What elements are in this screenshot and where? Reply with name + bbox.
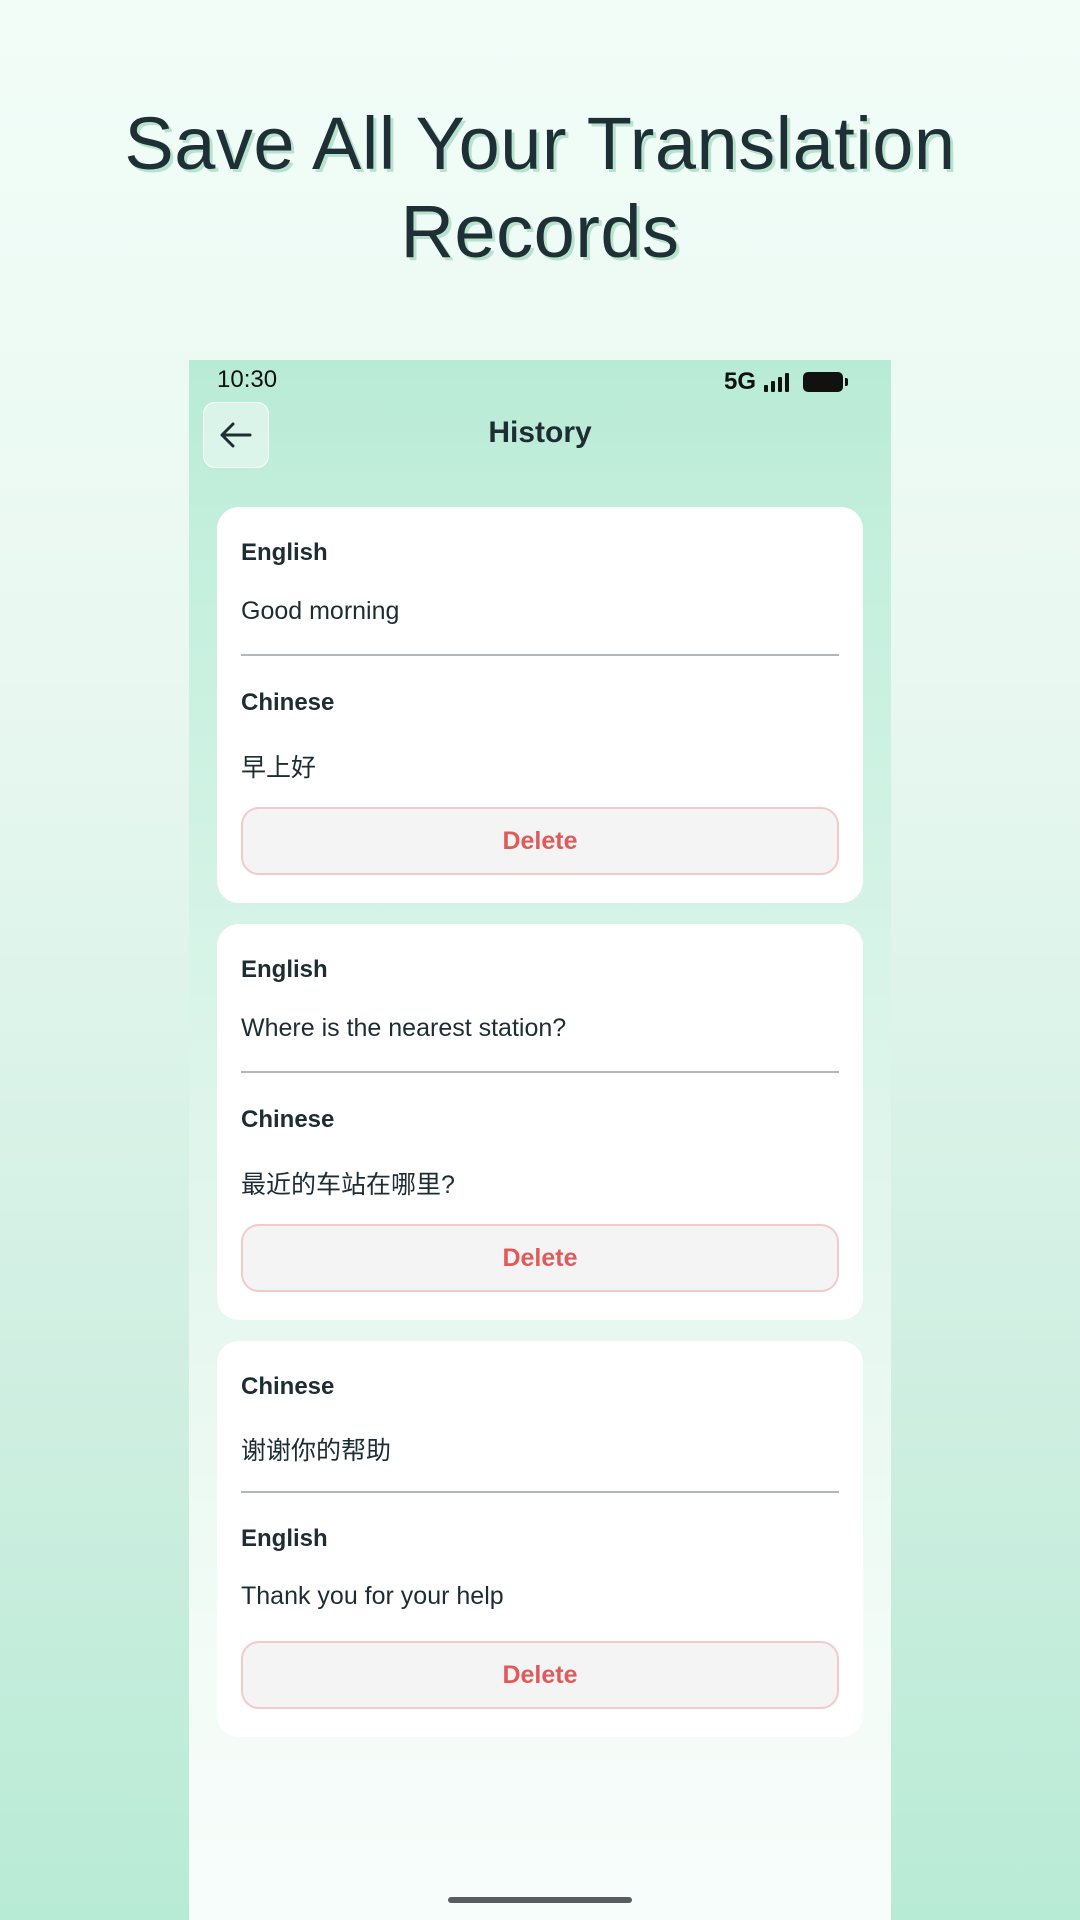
history-card: Chinese 谢谢你的帮助 English Thank you for you… xyxy=(217,1341,863,1737)
target-language-label: English xyxy=(241,1525,328,1552)
source-text: 谢谢你的帮助 xyxy=(241,1437,392,1465)
delete-button[interactable]: Delete xyxy=(241,1641,839,1709)
card-divider xyxy=(241,1071,839,1073)
promo-title: Save All Your Translation Records xyxy=(0,100,1080,276)
signal-icon xyxy=(764,372,789,392)
source-language-label: Chinese xyxy=(241,1373,335,1400)
target-text: 最近的车站在哪里? xyxy=(241,1171,455,1199)
home-indicator[interactable] xyxy=(448,1897,632,1903)
source-text: Good morning xyxy=(241,597,400,625)
source-language-label: English xyxy=(241,539,328,566)
target-language-label: Chinese xyxy=(241,689,335,716)
delete-button[interactable]: Delete xyxy=(241,807,839,875)
promo-title-line-2: Records xyxy=(400,190,680,273)
history-card: English Where is the nearest station? Ch… xyxy=(217,924,863,1320)
delete-button[interactable]: Delete xyxy=(241,1224,839,1292)
source-text: Where is the nearest station? xyxy=(241,1014,567,1042)
status-indicators: 5G xyxy=(723,368,848,396)
network-label: 5G xyxy=(723,368,756,395)
source-language-label: English xyxy=(241,956,328,983)
card-divider xyxy=(241,654,839,656)
target-language-label: Chinese xyxy=(241,1106,335,1133)
target-text: Thank you for your help xyxy=(241,1582,504,1610)
status-time: 10:30 xyxy=(217,366,278,393)
phone-screen: 10:30 5G History English Good morning Ch… xyxy=(189,360,891,1920)
status-bar: 10:30 5G xyxy=(189,360,891,400)
target-text: 早上好 xyxy=(241,754,317,782)
card-divider xyxy=(241,1491,839,1493)
history-card: English Good morning Chinese 早上好 Delete xyxy=(217,507,863,903)
battery-icon xyxy=(803,372,848,392)
promo-title-line-1: Save All Your Translation xyxy=(124,102,956,185)
page-title: History xyxy=(488,416,592,449)
